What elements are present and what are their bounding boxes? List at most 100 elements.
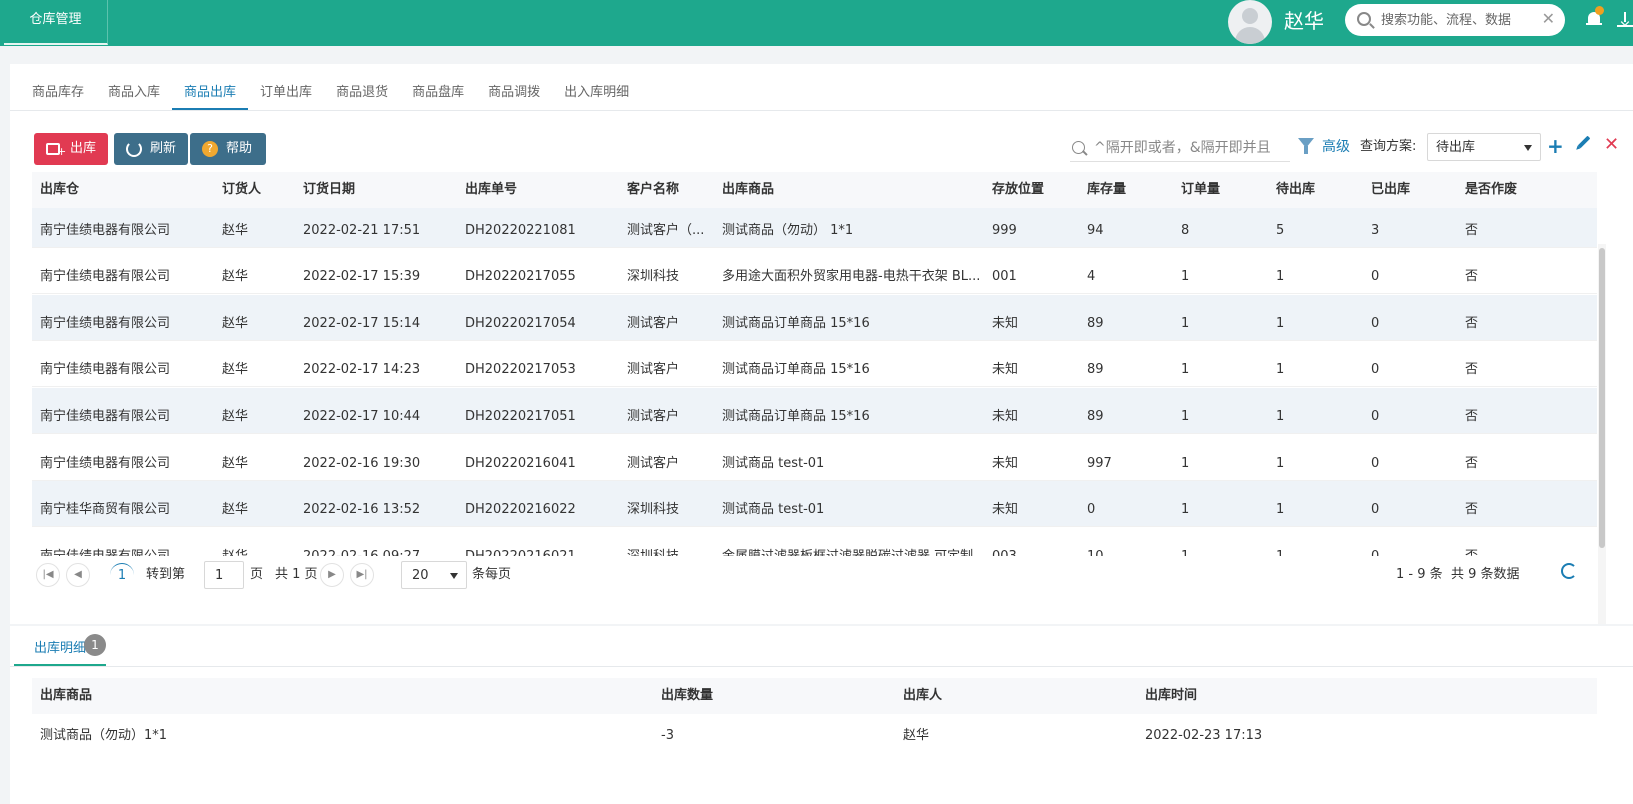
bell-icon[interactable] [1586, 6, 1604, 28]
table-cell: 1 [1276, 502, 1285, 517]
table-cell: 测试商品 test-01 [722, 456, 825, 471]
table-row[interactable]: 南宁佳绩电器有限公司 赵华 2022-02-17 15:14 DH2022021705… [32, 295, 1597, 341]
download-icon[interactable] [1617, 12, 1633, 28]
table-cell: 南宁佳绩电器有限公司 [40, 269, 171, 284]
detail-cell: 2022-02-23 17:13 [1145, 728, 1263, 743]
table-cell: 否 [1465, 362, 1479, 377]
detail-col-product[interactable]: 出库商品 [40, 678, 92, 714]
table-row[interactable]: 南宁佳绩电器有限公司 赵华 2022-02-16 19:30 DH2022021604… [32, 435, 1597, 481]
add-plan-icon[interactable]: + [1547, 135, 1564, 157]
refresh-button[interactable]: 刷新 [114, 133, 188, 165]
table-row[interactable]: 南宁桂华商贸有限公司 赵华 2022-02-16 13:52 DH2022021602… [32, 481, 1597, 527]
table-row[interactable]: 南宁佳绩电器有限公司 赵华 2022-02-17 14:23 DH2022021705… [32, 341, 1597, 387]
scrollbar-thumb[interactable] [1599, 248, 1605, 548]
total-pages: 共 1 页 [275, 567, 318, 582]
user-name[interactable]: 赵华 [1284, 6, 1324, 36]
table-cell: DH20220217051 [465, 409, 576, 424]
table-cell: 1 [1276, 409, 1285, 424]
table-cell: 0 [1371, 362, 1380, 377]
filter-icon[interactable] [1298, 138, 1314, 154]
tab-returns[interactable]: 商品退货 [324, 78, 400, 110]
refresh-button-label: 刷新 [150, 141, 177, 156]
help-button[interactable]: ? 帮助 [190, 133, 266, 165]
goto-label: 转到第 [146, 567, 186, 582]
tab-order-outbound[interactable]: 订单出库 [248, 78, 324, 110]
table-cell: 赵华 [222, 540, 297, 556]
col-location[interactable]: 存放位置 [992, 172, 1044, 208]
detail-col-qty[interactable]: 出库数量 [661, 678, 713, 714]
tab-io-detail[interactable]: 出入库明细 [552, 78, 641, 110]
col-voided[interactable]: 是否作废 [1465, 172, 1517, 208]
query-search-input[interactable] [1094, 138, 1286, 158]
tabs-divider [10, 110, 1633, 111]
col-order-qty[interactable]: 订单量 [1181, 172, 1220, 208]
table-cell: DH20220221081 [465, 223, 576, 238]
col-order-date[interactable]: 订货日期 [303, 172, 355, 208]
table-cell: 赵华 [222, 409, 249, 424]
table-cell: 1 [1181, 540, 1269, 556]
table-cell: DH20220217054 [465, 316, 576, 331]
help-icon: ? [202, 141, 218, 157]
chevron-down-icon [1524, 145, 1532, 151]
col-customer[interactable]: 客户名称 [627, 172, 679, 208]
current-page[interactable]: 1 [110, 563, 134, 587]
col-warehouse[interactable]: 出库仓 [40, 172, 79, 208]
notification-dot [1595, 6, 1604, 15]
table-cell: 未知 [992, 316, 1019, 331]
table-cell: 南宁佳绩电器有限公司 [40, 456, 171, 471]
table-cell: 深圳科技 [627, 269, 680, 284]
col-pending[interactable]: 待出库 [1276, 172, 1315, 208]
detail-cell: 测试商品（勿动）1*1 [40, 728, 168, 743]
global-search[interactable]: ✕ [1345, 4, 1565, 36]
table-cell: 4 [1087, 269, 1096, 284]
tab-stocktake[interactable]: 商品盘库 [400, 78, 476, 110]
table-cell: 测试商品订单商品 15*16 [722, 316, 870, 331]
table-cell: 南宁佳绩电器有限公司 [40, 362, 171, 377]
table-row[interactable]: 南宁佳绩电器有限公司 赵华 2022-02-21 17:51 DH2022022108… [32, 208, 1597, 248]
tab-outbound[interactable]: 商品出库 [172, 78, 249, 110]
prev-page-button[interactable]: ◀ [66, 563, 90, 587]
tab-stock[interactable]: 商品库存 [20, 78, 96, 110]
last-page-button[interactable]: ▶| [350, 563, 374, 587]
next-page-button[interactable]: ▶ [320, 563, 344, 587]
clear-search-icon[interactable]: ✕ [1542, 9, 1555, 29]
global-search-input[interactable] [1381, 10, 1531, 30]
query-plan-select[interactable]: 待出库 [1427, 133, 1541, 161]
detail-col-operator[interactable]: 出库人 [903, 678, 942, 714]
table-cell: 金属膜过滤器板框过滤器脱碳过滤器 可定制 [722, 540, 984, 556]
detail-row[interactable]: 测试商品（勿动）1*1 -3 赵华 2022-02-23 17:13 [32, 718, 1597, 754]
query-plan-value: 待出库 [1436, 140, 1476, 155]
app-tab-warehouse[interactable]: 仓库管理 [4, 0, 108, 45]
table-row[interactable]: 南宁佳绩电器有限公司 赵华 2022-02-17 15:39 DH2022021705… [32, 248, 1597, 294]
reload-icon[interactable] [1561, 563, 1577, 579]
col-orderer[interactable]: 订货人 [222, 172, 261, 208]
tab-inbound[interactable]: 商品入库 [96, 78, 172, 110]
table-row[interactable]: 南宁佳绩电器有限公司 赵华 2022-02-17 10:44 DH2022021705… [32, 388, 1597, 434]
tab-transfer[interactable]: 商品调拨 [476, 78, 552, 110]
edit-plan-icon[interactable] [1577, 135, 1591, 149]
table-cell: 赵华 [222, 316, 249, 331]
col-order-no[interactable]: 出库单号 [465, 172, 517, 208]
detail-col-time[interactable]: 出库时间 [1145, 678, 1197, 714]
table-cell: 测试客户 [627, 362, 680, 377]
outbound-button[interactable]: 出库 [34, 133, 108, 165]
table-cell: 测试客户 [627, 456, 680, 471]
table-cell: 2022-02-17 10:44 [303, 409, 421, 424]
table-cell: 1 [1181, 362, 1190, 377]
table-cell: 测试商品（勿动） 1*1 [722, 223, 854, 238]
query-search[interactable] [1070, 136, 1290, 162]
table-cell: 1 [1276, 316, 1285, 331]
advanced-search-link[interactable]: 高级 [1322, 136, 1350, 158]
delete-plan-icon[interactable]: ✕ [1604, 134, 1619, 156]
col-stock[interactable]: 库存量 [1087, 172, 1126, 208]
table-cell: 多用途大面积外贸家用电器-电热干衣架 BL... [722, 269, 981, 284]
first-page-button[interactable]: |◀ [36, 563, 60, 587]
table-cell: 5 [1276, 223, 1285, 238]
user-avatar[interactable] [1228, 0, 1272, 44]
page-number-input[interactable] [204, 561, 244, 589]
col-shipped[interactable]: 已出库 [1371, 172, 1410, 208]
col-product[interactable]: 出库商品 [722, 172, 774, 208]
page-size-select[interactable]: 20 [401, 561, 467, 589]
table-row[interactable]: 南宁佳绩电器有限公司赵华 2022-02-16 09:27 DH2022021602… [32, 528, 1597, 556]
table-cell: 0 [1087, 502, 1096, 517]
